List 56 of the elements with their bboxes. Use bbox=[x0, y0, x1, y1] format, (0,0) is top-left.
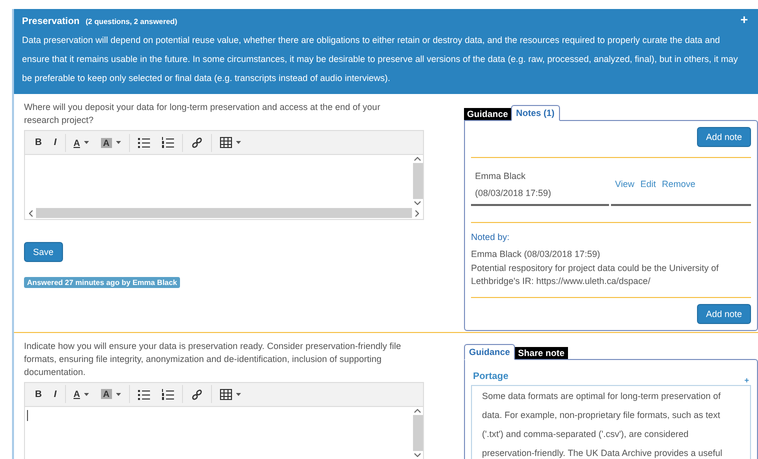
chevron-down-icon[interactable] bbox=[414, 452, 421, 456]
note-action-link[interactable]: View bbox=[615, 179, 634, 189]
vertical-scrollbar[interactable] bbox=[412, 155, 423, 207]
italic-button[interactable]: I bbox=[48, 132, 63, 152]
note-date: (08/03/2018 17:59) bbox=[475, 187, 552, 200]
note-author-date: Emma Black (08/03/2018 17:59) bbox=[471, 248, 602, 261]
rich-text-editor[interactable]: B I A A bbox=[24, 130, 424, 220]
panel-tab[interactable]: Share note bbox=[515, 346, 568, 358]
section-description: Data preservation will depend on potential reuse value, whether there are obligations to either retain or destroy data, and the resources required to properly curate the data and ensure that it remains usable in the future. In some circumstances, it may be desirable to preserve all versions of the data (e.g. raw, processed, analyzed, final), but in others, it may be preferable to keep only selected or final data (e.g. transcripts instead of audio interviews). bbox=[22, 34, 739, 85]
caret-icon bbox=[236, 141, 241, 144]
caret-icon bbox=[116, 392, 121, 396]
noted-by-label: Noted by: bbox=[471, 232, 511, 242]
bold-button[interactable]: B bbox=[29, 132, 48, 152]
chevron-left-icon[interactable] bbox=[29, 210, 33, 216]
highlight-button[interactable]: A bbox=[95, 384, 127, 404]
caret-icon bbox=[84, 141, 90, 144]
text-color-button[interactable]: A bbox=[68, 384, 96, 404]
bulleted-list-icon bbox=[138, 137, 150, 148]
add-note-button[interactable]: Add note bbox=[696, 304, 751, 324]
bold-button[interactable]: B bbox=[29, 384, 48, 404]
guidance-text: Some data formats are optimal for long-term preservation of data. For example, non-proprietary file formats, such as text ('.txt') and comma-separated ('.csv'), are considered preservation-friendly. The UK Data Archive provides a useful bbox=[471, 384, 751, 459]
note-text: Potential respository for project data could be the University of Lethbridge's IR: https://www.uleth.ca/dspace/ bbox=[471, 262, 720, 288]
chevron-up-icon[interactable] bbox=[414, 157, 421, 161]
highlight-button[interactable]: A bbox=[95, 132, 127, 152]
question-text: Indicate how you will ensure your data is preservation ready. Consider preservation-friendly file formats, ensuring file integrity, anonymization and de-identification, inclusion of supporting documentation. bbox=[24, 340, 402, 378]
chevron-up-icon[interactable] bbox=[414, 408, 421, 412]
expand-toggle[interactable]: + bbox=[744, 376, 749, 384]
expand-toggle[interactable]: + bbox=[740, 15, 748, 25]
save-button[interactable]: Save bbox=[24, 242, 63, 262]
caret-icon bbox=[116, 141, 121, 144]
panel-tab[interactable]: Guidance bbox=[464, 108, 512, 120]
panel-tab[interactable]: Guidance bbox=[464, 344, 516, 360]
chevron-down-icon[interactable] bbox=[414, 201, 421, 205]
panel-tab[interactable]: Notes (1) bbox=[511, 105, 560, 121]
link-icon bbox=[190, 137, 203, 148]
note-action-link[interactable]: Remove bbox=[662, 179, 696, 189]
link-icon bbox=[190, 388, 203, 400]
section-title: Preservation bbox=[22, 16, 80, 27]
add-note-button[interactable]: Add note bbox=[696, 127, 751, 147]
rich-text-editor[interactable]: B I A A bbox=[24, 382, 424, 459]
vertical-scrollbar[interactable] bbox=[412, 406, 423, 458]
table-icon bbox=[220, 388, 232, 400]
table-icon bbox=[220, 137, 232, 148]
italic-button[interactable]: I bbox=[48, 384, 63, 404]
guidance-heading: Portage bbox=[473, 370, 508, 382]
note-action-link[interactable]: Edit bbox=[640, 179, 656, 189]
text-cursor bbox=[27, 410, 28, 420]
numbered-list-icon bbox=[162, 137, 174, 148]
note-author: Emma Black bbox=[475, 170, 527, 183]
text-color-button[interactable]: A bbox=[68, 132, 96, 152]
caret-icon bbox=[236, 392, 241, 396]
caret-icon bbox=[84, 392, 90, 396]
numbered-list-icon bbox=[162, 388, 174, 400]
chevron-right-icon[interactable] bbox=[415, 210, 419, 216]
bulleted-list-icon bbox=[138, 388, 150, 400]
question-text: Where will you deposit your data for long-term preservation and access at the end of your research project? bbox=[24, 101, 382, 127]
